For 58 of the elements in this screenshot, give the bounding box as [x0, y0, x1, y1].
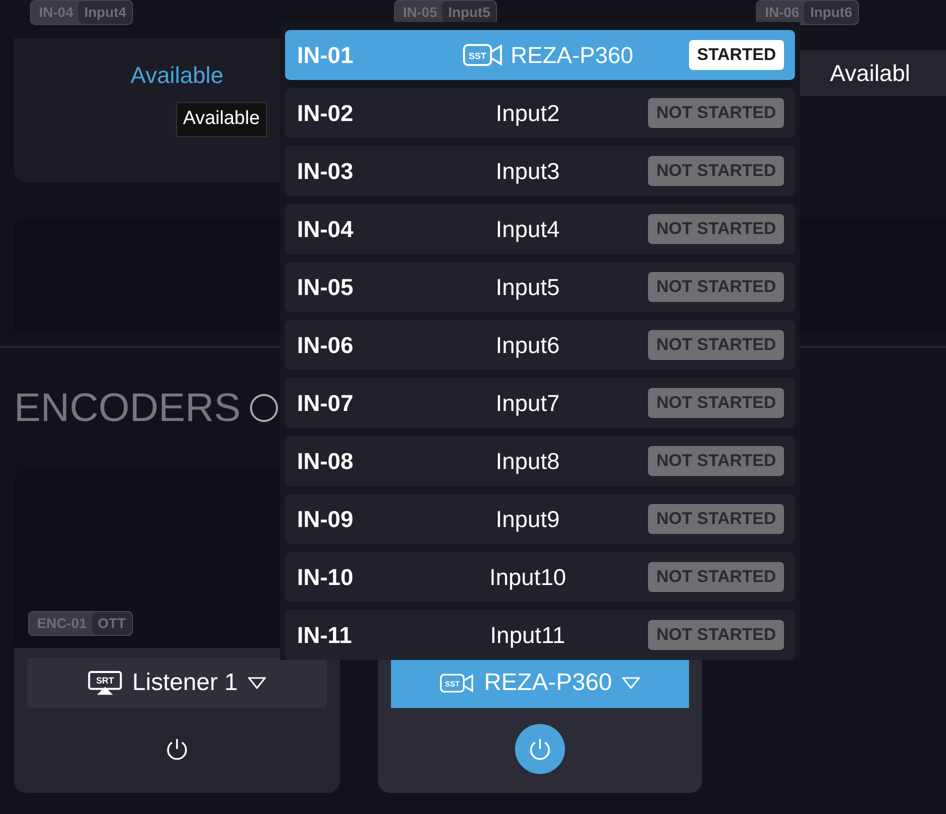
input-name: REZA-P360: [510, 40, 634, 70]
dropdown-item[interactable]: IN-04 Input4 NOT STARTED: [285, 204, 795, 254]
power-icon: [165, 737, 189, 761]
input-name: Input8: [496, 446, 560, 476]
dropdown-item[interactable]: IN-02 Input2 NOT STARTED: [285, 88, 795, 138]
dropdown-item[interactable]: IN-01 SST REZA-P360 STARTED: [285, 30, 795, 80]
dropdown-item[interactable]: IN-07 Input7 NOT STARTED: [285, 378, 795, 428]
input-name: Input4: [496, 214, 560, 244]
input-id: IN-03: [297, 156, 354, 186]
status-badge: STARTED: [688, 40, 784, 70]
input-id: IN-07: [297, 388, 354, 418]
source-dropdown[interactable]: SRT Listener 1: [27, 658, 327, 708]
input-name: Input6: [496, 330, 560, 360]
status-badge: NOT STARTED: [648, 330, 784, 360]
input-name: Input10: [489, 562, 566, 592]
status-badge: NOT STARTED: [648, 620, 784, 650]
tag-label: OTT: [92, 612, 132, 635]
status-badge: NOT STARTED: [648, 156, 784, 186]
input-id: IN-05: [297, 272, 354, 302]
dropdown-item[interactable]: IN-06 Input6 NOT STARTED: [285, 320, 795, 370]
power-button[interactable]: [515, 724, 565, 774]
dropdown-item[interactable]: IN-03 Input3 NOT STARTED: [285, 146, 795, 196]
input-id: IN-11: [297, 620, 353, 650]
dropdown-item[interactable]: IN-05 Input5 NOT STARTED: [285, 262, 795, 312]
input-id: IN-09: [297, 504, 354, 534]
input-id: IN-10: [297, 562, 354, 592]
input-id: IN-06: [297, 330, 354, 360]
caret-icon: [622, 677, 640, 689]
tooltip: Available: [176, 102, 267, 136]
circle-icon: [248, 393, 279, 423]
input-name: Input11: [490, 620, 566, 650]
tag-label: Input6: [804, 1, 858, 24]
dropdown-item[interactable]: IN-08 Input8 NOT STARTED: [285, 436, 795, 486]
status-badge: NOT STARTED: [648, 388, 784, 418]
input-name: Input7: [496, 388, 560, 418]
input-name: Input5: [496, 272, 560, 302]
status-badge: NOT STARTED: [648, 504, 784, 534]
dropdown-item[interactable]: IN-09 Input9 NOT STARTED: [285, 494, 795, 544]
input-name: Input2: [496, 98, 560, 128]
input-name: Input9: [496, 504, 560, 534]
caret-icon: [248, 677, 266, 689]
input-id: IN-02: [297, 98, 354, 128]
input-name: Input3: [496, 156, 560, 186]
power-icon: [528, 737, 552, 761]
status-badge: NOT STARTED: [648, 98, 784, 128]
dropdown-item[interactable]: IN-11 Input11 NOT STARTED: [285, 610, 795, 660]
section-title: ENCODERS: [14, 385, 241, 432]
tag-label: Input5: [442, 1, 496, 24]
input-id: IN-01: [297, 40, 354, 70]
tag-label: Input4: [78, 1, 132, 24]
status-badge: NOT STARTED: [648, 446, 784, 476]
status-badge: NOT STARTED: [648, 562, 784, 592]
input-id: IN-04: [297, 214, 354, 244]
status-badge: NOT STARTED: [648, 272, 784, 302]
dropdown-item[interactable]: IN-10 Input10 NOT STARTED: [285, 552, 795, 602]
status-text: Availabl: [830, 58, 910, 88]
input-id: IN-08: [297, 446, 354, 476]
status-badge: NOT STARTED: [648, 214, 784, 244]
